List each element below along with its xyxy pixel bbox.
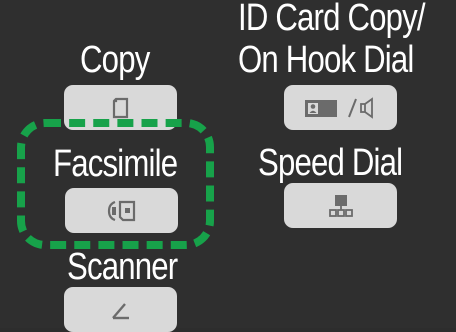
scanner-label: Scanner — [67, 246, 178, 288]
id-card-on-hook-icon — [303, 96, 379, 120]
scanner-button[interactable] — [64, 287, 177, 332]
id-card-copy-button[interactable] — [284, 85, 397, 130]
facsimile-label: Facsimile — [53, 143, 178, 185]
fax-icon — [107, 199, 137, 223]
copy-icon — [111, 97, 131, 119]
speed-dial-icon — [328, 194, 354, 218]
facsimile-button[interactable] — [65, 188, 178, 233]
id-card-copy-label-line1: ID Card Copy/ — [238, 0, 426, 39]
copy-label: Copy — [80, 39, 150, 81]
speed-dial-button[interactable] — [284, 183, 397, 228]
scanner-icon — [109, 299, 133, 321]
speed-dial-label: Speed Dial — [258, 142, 403, 184]
control-panel-screen: Copy ID Card Copy/ On Hook Dial Facsimil… — [0, 0, 456, 332]
id-card-copy-label-line2: On Hook Dial — [238, 39, 414, 81]
